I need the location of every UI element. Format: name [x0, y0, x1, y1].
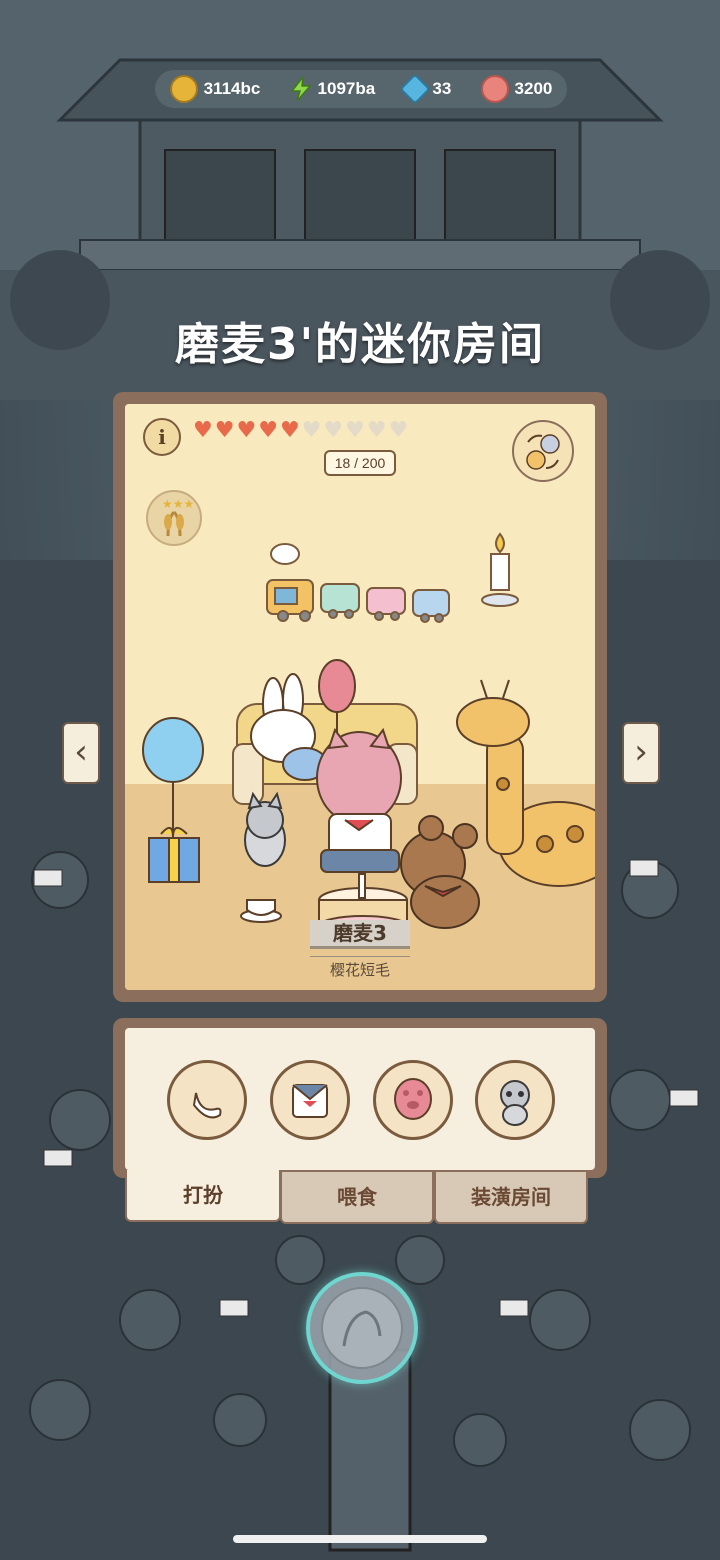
toy-train — [266, 543, 450, 623]
wheat-stars-icon: ★★★ — [162, 497, 194, 537]
paw-counter[interactable]: 3200 — [480, 75, 553, 103]
heart-empty-icon: ♥ — [323, 418, 344, 443]
gem-value: 33 — [432, 79, 452, 98]
giraffe-plush — [456, 679, 595, 887]
tab-feed[interactable]: 喂食 — [280, 1170, 434, 1224]
gray-kitten — [244, 791, 286, 867]
wheat-bonus-button[interactable]: ★★★ — [146, 490, 202, 546]
item-slot-paw-balloon[interactable] — [373, 1060, 453, 1140]
energy-icon — [289, 77, 312, 101]
center-action-button[interactable] — [306, 1272, 418, 1384]
gem-counter[interactable]: 33 — [399, 73, 452, 105]
affection-hearts: ♥ ♥ ♥ ♥ ♥ ♥ ♥ ♥ ♥ ♥ — [193, 419, 408, 443]
room-title: 磨麦3'的迷你房间 — [174, 319, 546, 370]
energy-value: 1097ba — [317, 79, 376, 98]
coin-icon — [169, 75, 198, 103]
item-slot-tail-accessory[interactable] — [167, 1060, 247, 1140]
cat-name-plate: 磨麦3 — [310, 920, 410, 949]
item-slot-gray-kitten[interactable] — [475, 1060, 555, 1140]
previous-cat-arrow[interactable]: ‹ — [62, 722, 100, 784]
energy-counter[interactable]: 1097ba — [289, 77, 376, 101]
tab-decorate-room[interactable]: 装潢房间 — [434, 1170, 588, 1224]
heart-full-icon: ♥ — [193, 418, 213, 443]
heart-empty-icon: ♥ — [301, 418, 322, 443]
teddy-bear — [400, 815, 480, 929]
paw-balloon-icon — [394, 1078, 432, 1120]
svg-text:★★★: ★★★ — [162, 497, 194, 511]
heart-empty-icon: ♥ — [345, 418, 365, 443]
resource-bar: 3114bc 1097ba 33 3200 — [155, 70, 567, 108]
sailor-outfit-icon — [292, 1084, 328, 1118]
teacup — [240, 899, 282, 923]
gray-kitten-icon — [500, 1080, 530, 1126]
item-slot-sailor-outfit[interactable] — [270, 1060, 350, 1140]
coin-counter[interactable]: 3114bc — [169, 75, 261, 103]
main-cat — [316, 727, 402, 873]
cat-emblem-icon — [321, 1287, 403, 1369]
coin-value: 3114bc — [203, 79, 261, 98]
gem-icon — [399, 73, 431, 105]
blue-balloon-gift — [142, 717, 204, 883]
heart-empty-icon: ♥ — [366, 418, 387, 443]
heart-full-icon: ♥ — [236, 418, 257, 443]
paw-value: 3200 — [514, 79, 553, 98]
paw-icon — [480, 75, 509, 103]
affection-progress: 18 / 200 — [324, 450, 396, 476]
tab-dress-up[interactable]: 打扮 — [125, 1170, 281, 1222]
heart-full-icon: ♥ — [258, 418, 278, 443]
heart-full-icon: ♥ — [214, 418, 235, 443]
next-cat-arrow[interactable]: › — [622, 722, 660, 784]
heart-full-icon: ♥ — [279, 418, 300, 443]
cat-swap-icon — [526, 434, 560, 470]
home-indicator[interactable] — [233, 1535, 487, 1543]
candle — [481, 532, 519, 607]
switch-cat-button[interactable] — [512, 420, 574, 482]
cat-breed: 樱花短毛 — [310, 956, 410, 980]
heart-empty-icon: ♥ — [388, 418, 409, 443]
info-button[interactable]: i — [143, 418, 181, 456]
tail-accessory-icon — [192, 1092, 222, 1119]
